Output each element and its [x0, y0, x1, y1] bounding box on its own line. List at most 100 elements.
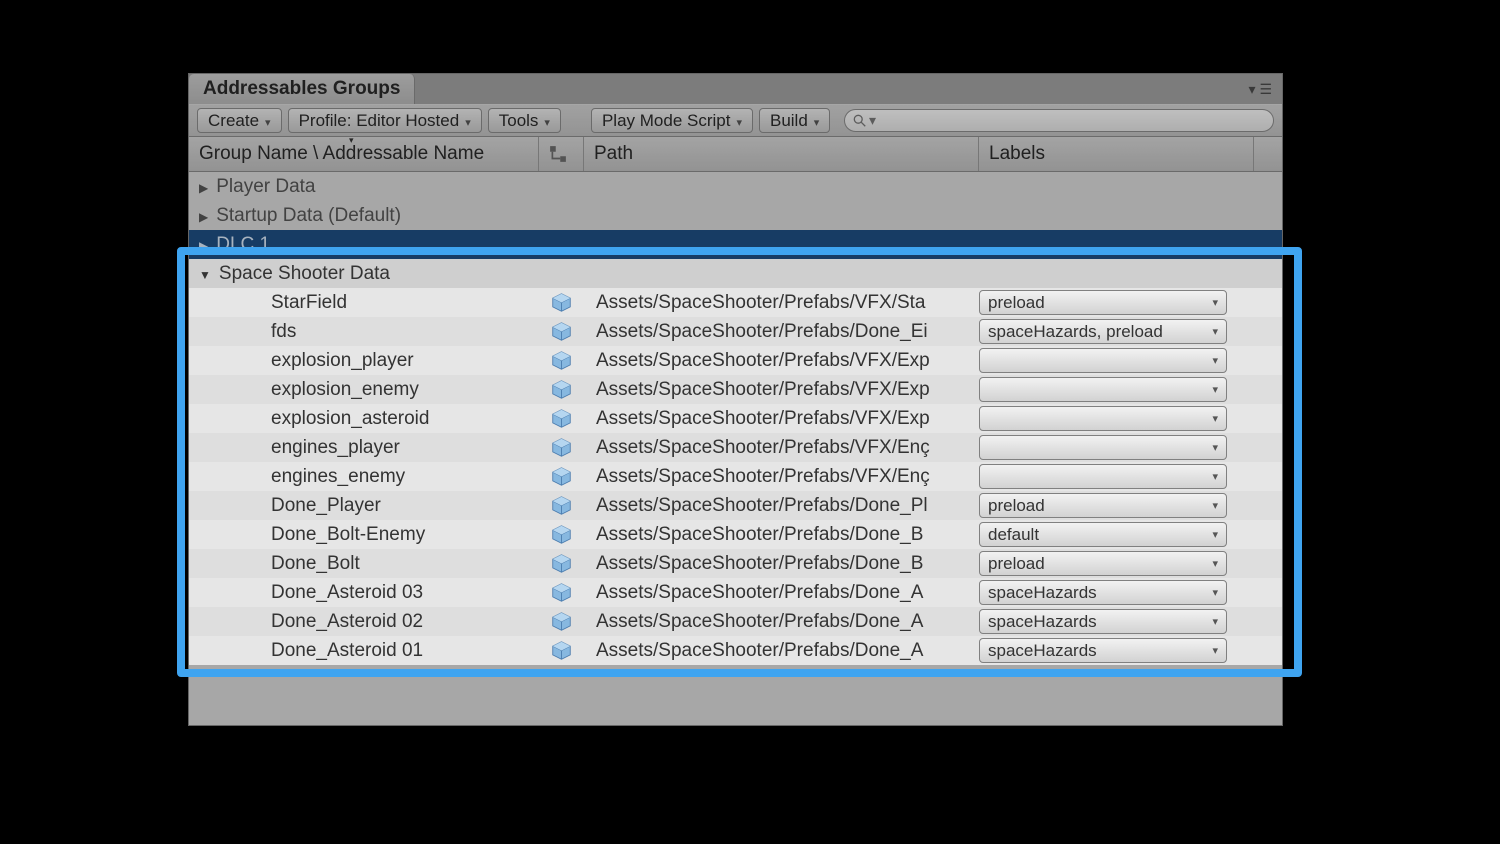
asset-row[interactable]: Done_Asteroid 02 Assets/SpaceShooter/Pref…	[189, 607, 1282, 636]
labels-value: default	[988, 525, 1039, 545]
asset-row[interactable]: engines_playerAssets/SpaceShooter/Prefab…	[189, 433, 1282, 462]
search-icon	[853, 114, 867, 128]
profile-button[interactable]: Profile: Editor Hosted	[288, 108, 482, 133]
column-header-icon[interactable]	[539, 137, 584, 171]
create-button[interactable]: Create	[197, 108, 282, 133]
asset-path: Assets/SpaceShooter/Prefabs/VFX/Exp	[584, 408, 979, 430]
asset-row[interactable]: explosion_playerAssets/SpaceShooter/Pref…	[189, 346, 1282, 375]
play-mode-label: Play Mode Script	[602, 111, 731, 131]
asset-name: StarField	[189, 292, 539, 314]
asset-row[interactable]: explosion_asteroidAssets/SpaceShooter/Pr…	[189, 404, 1282, 433]
prefab-icon	[539, 466, 584, 487]
label-cell: ▾	[979, 464, 1235, 489]
label-cell: ▾	[979, 377, 1235, 402]
labels-dropdown[interactable]: spaceHazards▾	[979, 580, 1227, 605]
group-startup-data[interactable]: Startup Data (Default)	[189, 201, 1282, 230]
prefab-icon	[539, 437, 584, 458]
asset-path: Assets/SpaceShooter/Prefabs/Done_A	[584, 611, 979, 633]
tools-button[interactable]: Tools	[488, 108, 561, 133]
column-header-name[interactable]: Group Name \ Addressable Name ▾	[189, 137, 539, 171]
search-input[interactable]: ▾	[844, 109, 1274, 132]
asset-row[interactable]: Done_Asteroid 01 Assets/SpaceShooter/Pref…	[189, 636, 1282, 665]
labels-dropdown[interactable]: spaceHazards▾	[979, 609, 1227, 634]
labels-value: spaceHazards, preload	[988, 322, 1163, 342]
disclosure-triangle-icon[interactable]	[199, 234, 216, 256]
highlighted-region: Space Shooter Data StarFieldAssets/Space…	[189, 259, 1282, 665]
asset-name: Done_Asteroid 02	[189, 611, 539, 633]
asset-row[interactable]: fdsAssets/SpaceShooter/Prefabs/Done_Eisp…	[189, 317, 1282, 346]
prefab-icon	[539, 408, 584, 429]
dropdown-caret-icon: ▾	[1212, 296, 1218, 309]
labels-dropdown[interactable]: ▾	[979, 348, 1227, 373]
prefab-icon	[539, 379, 584, 400]
labels-dropdown[interactable]: default ▾	[979, 522, 1227, 547]
prefab-icon	[539, 611, 584, 632]
asset-row[interactable]: engines_enemyAssets/SpaceShooter/Prefabs…	[189, 462, 1282, 491]
asset-row[interactable]: Done_Bolt-Enemy Assets/SpaceShooter/Prefa…	[189, 520, 1282, 549]
asset-row[interactable]: Done_Asteroid 03 Assets/SpaceShooter/Pref…	[189, 578, 1282, 607]
disclosure-triangle-icon[interactable]	[199, 176, 216, 198]
column-headers: Group Name \ Addressable Name ▾ Path Lab…	[189, 137, 1282, 172]
asset-name: fds	[189, 321, 539, 343]
dropdown-caret-icon: ▾	[1212, 528, 1218, 541]
asset-row[interactable]: StarFieldAssets/SpaceShooter/Prefabs/VFX…	[189, 288, 1282, 317]
labels-dropdown[interactable]: spaceHazards, preload ▾	[979, 319, 1227, 344]
dropdown-caret-icon: ▾	[1212, 499, 1218, 512]
prefab-icon	[539, 321, 584, 342]
asset-name: Done_Asteroid 03	[189, 582, 539, 604]
create-label: Create	[208, 111, 259, 131]
disclosure-triangle-icon[interactable]	[199, 263, 219, 285]
tab-context-menu-icon[interactable]: ▾ ☰	[1249, 81, 1282, 98]
labels-value: preload	[988, 554, 1045, 574]
labels-dropdown[interactable]: spaceHazards ▾	[979, 638, 1227, 663]
asset-name: engines_enemy	[189, 466, 539, 488]
column-header-labels[interactable]: Labels	[979, 137, 1254, 171]
addressables-window: Addressables Groups ▾ ☰ Create Profile: …	[188, 73, 1283, 726]
asset-path: Assets/SpaceShooter/Prefabs/Done_A	[584, 582, 979, 604]
asset-path: Assets/SpaceShooter/Prefabs/Done_B	[584, 524, 979, 546]
labels-dropdown[interactable]: ▾	[979, 435, 1227, 460]
labels-dropdown[interactable]: preload▾	[979, 290, 1227, 315]
group-label: DLC 1	[216, 234, 270, 256]
hierarchy-icon	[549, 145, 567, 163]
dropdown-caret-icon	[265, 111, 271, 131]
tab-addressables-groups[interactable]: Addressables Groups	[189, 74, 415, 104]
labels-dropdown[interactable]: ▾	[979, 464, 1227, 489]
labels-value: spaceHazards	[988, 612, 1097, 632]
asset-row[interactable]: explosion_enemyAssets/SpaceShooter/Prefa…	[189, 375, 1282, 404]
asset-path: Assets/SpaceShooter/Prefabs/Done_Pl	[584, 495, 979, 517]
group-label: Player Data	[216, 176, 315, 198]
dropdown-caret-icon: ▾	[1212, 644, 1218, 657]
column-header-path[interactable]: Path	[584, 137, 979, 171]
tab-bar: Addressables Groups ▾ ☰	[189, 74, 1282, 104]
group-dlc1[interactable]: DLC 1	[189, 230, 1282, 259]
label-cell: spaceHazards▾	[979, 580, 1235, 605]
label-cell: ▾	[979, 435, 1235, 460]
labels-value: spaceHazards	[988, 641, 1097, 661]
labels-dropdown[interactable]: ▾	[979, 406, 1227, 431]
labels-dropdown[interactable]: preload▾	[979, 493, 1227, 518]
labels-dropdown[interactable]: ▾	[979, 377, 1227, 402]
asset-name: Done_Asteroid 01	[189, 640, 539, 662]
prefab-icon	[539, 582, 584, 603]
disclosure-triangle-icon[interactable]	[199, 205, 216, 227]
tools-label: Tools	[499, 111, 539, 131]
dropdown-caret-icon: ▾	[1212, 383, 1218, 396]
asset-path: Assets/SpaceShooter/Prefabs/Done_Ei	[584, 321, 979, 343]
build-button[interactable]: Build	[759, 108, 830, 133]
group-space-shooter[interactable]: Space Shooter Data	[189, 259, 1282, 288]
asset-name: Done_Bolt-Enemy	[189, 524, 539, 546]
asset-row[interactable]: Done_BoltAssets/SpaceShooter/Prefabs/Don…	[189, 549, 1282, 578]
dropdown-caret-icon	[544, 111, 550, 131]
label-cell: preload▾	[979, 551, 1235, 576]
group-player-data[interactable]: Player Data	[189, 172, 1282, 201]
label-cell: spaceHazards ▾	[979, 638, 1235, 663]
asset-row[interactable]: Done_PlayerAssets/SpaceShooter/Prefabs/D…	[189, 491, 1282, 520]
tree-view: Player Data Startup Data (Default) DLC 1…	[189, 172, 1282, 725]
toolbar: Create Profile: Editor Hosted Tools Play…	[189, 104, 1282, 137]
labels-dropdown[interactable]: preload▾	[979, 551, 1227, 576]
dropdown-caret-icon: ▾	[1212, 325, 1218, 338]
asset-path: Assets/SpaceShooter/Prefabs/Done_A	[584, 640, 979, 662]
asset-path: Assets/SpaceShooter/Prefabs/VFX/Enç	[584, 437, 979, 459]
play-mode-script-button[interactable]: Play Mode Script	[591, 108, 753, 133]
